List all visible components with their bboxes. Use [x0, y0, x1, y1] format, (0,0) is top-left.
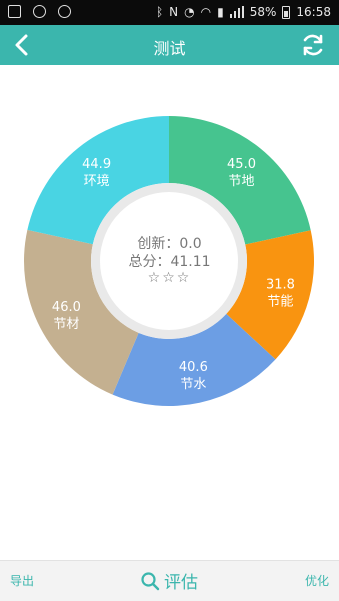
wifi-icon: ◠: [200, 5, 212, 19]
evaluate-button[interactable]: 评估: [140, 568, 198, 593]
battery-icon: [282, 5, 291, 19]
image-icon: [8, 5, 21, 18]
innovation-score: 创新：0.0: [137, 236, 202, 252]
bottom-toolbar: 导出 评估 优化: [0, 560, 339, 601]
refresh-button[interactable]: [299, 31, 327, 59]
alarm-icon: [58, 5, 71, 18]
sync-icon: [33, 5, 46, 18]
optimize-button[interactable]: 优化: [305, 572, 329, 589]
search-icon: [141, 571, 160, 590]
sim-icon: ▮: [217, 5, 224, 19]
battery-percent: 58%: [249, 5, 277, 19]
refresh-icon: [303, 34, 323, 56]
segment-category-label: 节地: [229, 174, 255, 189]
segment-value-label: 46.0: [52, 300, 81, 315]
segment-category-label: 环境: [84, 174, 110, 189]
nfc-icon: N: [169, 5, 179, 19]
clock: 16:58: [296, 5, 331, 19]
segment-value-label: 40.6: [179, 360, 208, 375]
status-bar-right: ᛒ N ◔ ◠ ▮ 58% 16:58: [156, 4, 331, 20]
export-button[interactable]: 导出: [10, 572, 34, 589]
segment-category-label: 节能: [267, 294, 293, 309]
segment-value-label: 45.0: [227, 157, 256, 172]
status-bar: ᛒ N ◔ ◠ ▮ 58% 16:58: [0, 0, 339, 25]
segment-category-label: 节材: [53, 317, 79, 332]
signal-icon: [229, 6, 244, 18]
page-title: 测试: [153, 39, 186, 58]
score-donut-chart: 45.0 节地 31.8 节能 40.6 节水 46.0 节材 44.9 环境 创新：0.0 总分…: [0, 105, 339, 425]
bluetooth-icon: ᛒ: [155, 5, 164, 19]
evaluate-label: 评估: [164, 573, 198, 593]
segment-category-label: 节水: [180, 377, 206, 392]
status-bar-left: [8, 5, 71, 18]
star-rating: ☆☆☆: [147, 270, 192, 286]
total-score: 总分：41.11: [128, 254, 211, 270]
alarm-clock-icon: ◔: [184, 5, 195, 19]
app-header: 测试: [0, 25, 339, 65]
segment-value-label: 44.9: [82, 157, 111, 172]
